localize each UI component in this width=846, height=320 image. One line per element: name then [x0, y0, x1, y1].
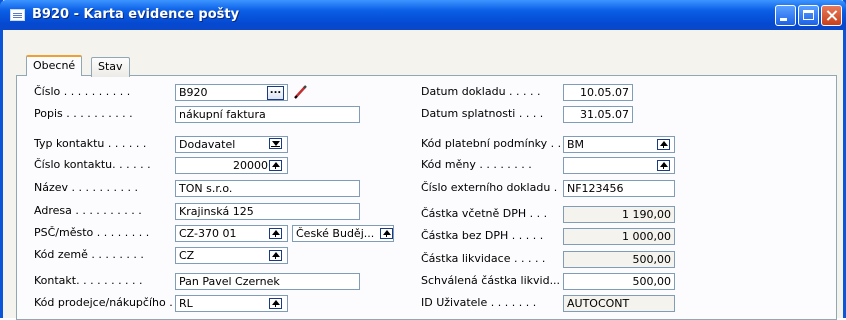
label-id-uzivatele: ID Uživatele . . . . . . .: [421, 296, 537, 309]
lookup-arrow-icon[interactable]: [269, 228, 282, 239]
label-psc-mesto: PSČ/město . . . . . . . .: [34, 226, 150, 239]
label-castka-likvidace: Částka likvidace . . . . .: [421, 252, 546, 265]
label-cislo: Číslo . . . . . . . . . .: [34, 85, 131, 98]
label-cislo-externiho-dokladu: Číslo externího dokladu .: [421, 181, 558, 194]
title-bar[interactable]: B920 - Karta evidence pošty: [0, 0, 846, 30]
label-castka-bez-dph: Částka bez DPH . . . . .: [421, 229, 544, 242]
label-typ-kontaktu: Typ kontaktu . . . . . .: [34, 137, 147, 150]
label-adresa: Adresa . . . . . . . . . .: [34, 204, 142, 217]
window-title: B920 - Karta evidence pošty: [32, 7, 240, 22]
lookup-arrow-icon[interactable]: [269, 160, 282, 171]
window: B920 - Karta evidence pošty Obecné Stav …: [0, 0, 846, 320]
mesto-field[interactable]: České Buděj...: [292, 225, 394, 242]
label-kod-prodejce: Kód prodejce/nákupčího .: [34, 296, 173, 309]
ellipsis-icon[interactable]: ...: [267, 86, 284, 100]
lookup-arrow-icon[interactable]: [269, 298, 282, 309]
label-cislo-kontaktu: Číslo kontaktu. . . . . .: [34, 158, 151, 171]
maximize-icon[interactable]: [798, 5, 819, 26]
label-kod-zeme: Kód země . . . . . . . .: [34, 248, 144, 261]
datum-dokladu-field[interactable]: 10.05.07: [563, 84, 633, 101]
schvalena-castka-field[interactable]: 500,00: [563, 273, 675, 290]
label-castka-vcetne-dph: Částka včetně DPH . . .: [421, 207, 548, 220]
dropdown-arrow-icon[interactable]: [269, 138, 282, 149]
cislo-externiho-dokladu-field[interactable]: NF123456: [563, 180, 675, 197]
tab-obecne[interactable]: Obecné: [26, 55, 83, 76]
datum-splatnosti-field[interactable]: 31.05.07: [563, 106, 633, 123]
lookup-arrow-icon[interactable]: [380, 228, 393, 239]
adresa-field[interactable]: Krajinská 125: [175, 203, 360, 220]
popis-field[interactable]: nákupní faktura: [175, 106, 360, 123]
label-nazev: Název . . . . . . . . . .: [34, 181, 138, 194]
lookup-arrow-icon[interactable]: [657, 139, 670, 150]
label-kod-meny: Kód měny . . . . . . . .: [421, 158, 532, 171]
label-kontakt: Kontakt. . . . . . . . . .: [34, 274, 143, 287]
minimize-icon[interactable]: [775, 5, 796, 26]
pencil-icon[interactable]: [292, 84, 308, 100]
kontakt-field[interactable]: Pan Pavel Czernek: [175, 273, 360, 290]
label-kod-platebni-podminky: Kód platební podmínky . .: [421, 137, 562, 150]
label-datum-dokladu: Datum dokladu . . . . .: [421, 85, 541, 98]
castka-vcetne-dph-field: 1 190,00: [563, 206, 675, 223]
id-uzivatele-field: AUTOCONT: [563, 295, 675, 312]
lookup-arrow-icon[interactable]: [269, 250, 282, 261]
close-icon[interactable]: [821, 5, 842, 26]
lookup-arrow-icon[interactable]: [657, 160, 670, 171]
castka-likvidace-field: 500,00: [563, 251, 675, 268]
nazev-field[interactable]: TON s.r.o.: [175, 180, 360, 197]
window-app-icon: [10, 9, 25, 21]
label-schvalena-castka: Schválená částka likvid...: [421, 274, 561, 287]
label-popis: Popis . . . . . . . . . .: [34, 107, 133, 120]
label-datum-splatnosti: Datum splatnosti . . . .: [421, 107, 544, 120]
castka-bez-dph-field: 1 000,00: [563, 228, 675, 245]
tab-stav[interactable]: Stav: [91, 57, 130, 77]
